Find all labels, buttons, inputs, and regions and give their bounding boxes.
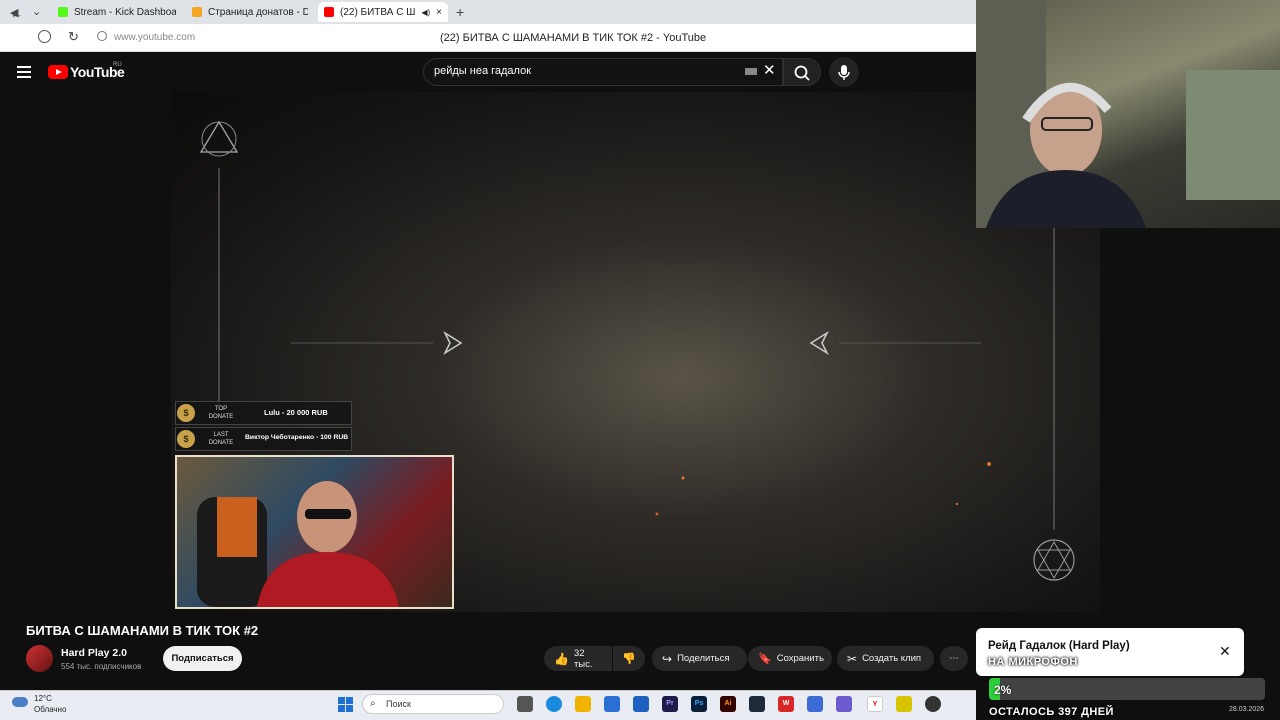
top-donate-label: TOP DONATE [208, 406, 234, 420]
windows-start-icon[interactable] [338, 697, 353, 712]
coin-icon: $ [177, 430, 195, 448]
yandex-browser-icon[interactable]: Y [867, 696, 883, 712]
mic-icon [838, 65, 850, 80]
goal-progress-bar [989, 678, 1265, 700]
thumbs-up-icon: 👍 [554, 651, 569, 666]
store-icon[interactable] [604, 696, 620, 712]
raid-alert-card [976, 628, 1244, 676]
tab-youtube[interactable]: (22) БИТВА С ШАМА ◀) × [318, 2, 448, 22]
security-icon[interactable] [38, 30, 51, 43]
region-code: RU [113, 62, 122, 68]
clear-search-icon[interactable]: ✕ [763, 61, 776, 79]
weather-condition[interactable]: Облачно [34, 705, 66, 714]
thumbs-down-icon: 👎 [622, 653, 636, 665]
back-icon[interactable]: ← [10, 6, 23, 21]
search-button[interactable] [783, 58, 821, 86]
clip-label: Создать клип [862, 653, 922, 664]
app-icon[interactable] [896, 696, 912, 712]
outlook-icon[interactable] [633, 696, 649, 712]
app-icon[interactable] [807, 696, 823, 712]
streamer-webcam [175, 455, 454, 609]
voice-search-button[interactable] [829, 57, 859, 87]
weather-temperature[interactable]: 12°C [34, 694, 52, 703]
dislike-button[interactable]: 👎 [613, 646, 645, 671]
more-actions-button[interactable]: ⋯ [940, 646, 968, 671]
top-donate-value: Lulu - 20 000 RUB [264, 408, 328, 417]
channel-avatar[interactable] [26, 645, 53, 672]
bookmark-icon: 🔖 [758, 653, 772, 665]
photoshop-icon[interactable]: Ps [691, 696, 707, 712]
kick-icon [58, 7, 68, 17]
donation-icon [192, 7, 202, 17]
davinci-icon[interactable] [749, 696, 765, 712]
days-left-text: ОСТАЛОСЬ 397 ДНЕЙ [989, 706, 1114, 718]
tab-donations[interactable]: Страница донатов - Dona [186, 2, 314, 22]
wps-icon[interactable]: W [778, 696, 794, 712]
keyboard-icon[interactable] [745, 68, 757, 75]
cloud-icon[interactable] [12, 697, 28, 707]
share-label: Поделиться [677, 653, 730, 664]
scissors-icon: ✂ [847, 651, 858, 666]
edge-icon[interactable] [546, 696, 562, 712]
tab-label: Страница донатов - Dona [208, 6, 308, 18]
tab-kick-dashboard[interactable]: Stream - Kick Dashboard [52, 2, 182, 22]
like-button[interactable]: 👍 32 тыс. [544, 646, 612, 671]
youtube-logo-icon[interactable] [48, 65, 68, 79]
taskbar-search[interactable] [362, 694, 504, 714]
tab-close-icon[interactable]: × [436, 7, 442, 18]
facecam [976, 0, 1280, 228]
right-margin [1100, 228, 1280, 612]
video-title: БИТВА С ШАМАНАМИ В ТИК ТОК #2 [26, 623, 259, 638]
save-button[interactable]: 🔖 Сохранить [748, 646, 832, 671]
close-icon[interactable]: ✕ [1219, 643, 1231, 660]
reload-icon[interactable]: ↻ [68, 29, 79, 45]
clip-button[interactable]: ✂ Создать клип [837, 646, 934, 671]
folder-icon[interactable] [575, 696, 591, 712]
alert-title: Рейд Гадалок (Hard Play) [988, 640, 1130, 652]
tab-list-icon[interactable]: ⌄ [32, 5, 41, 18]
last-donate-value: Виктор Чеботаренко - 100 RUB [245, 434, 349, 441]
teams-icon[interactable] [836, 696, 852, 712]
webcam-person-graphic [197, 481, 399, 607]
illustrator-icon[interactable]: Ai [720, 696, 736, 712]
like-count: 32 тыс. [573, 647, 593, 670]
goal-progress-label: 2% [994, 683, 1012, 697]
menu-icon[interactable] [17, 66, 31, 81]
left-margin [0, 92, 171, 612]
subscriber-count: 554 тыс. подписчиков [61, 662, 142, 671]
url-field[interactable]: www.youtube.com [114, 32, 195, 43]
facecam-person-graphic [976, 0, 1280, 228]
taskbar-search-label: Поиск [386, 699, 411, 709]
obs-icon[interactable] [925, 696, 941, 712]
subscribe-button[interactable]: Подписаться [163, 646, 242, 671]
tab-label: Stream - Kick Dashboard [74, 6, 176, 18]
site-info-icon[interactable] [97, 31, 107, 41]
task-view-icon[interactable] [517, 696, 533, 712]
channel-name[interactable]: Hard Play 2.0 [61, 647, 127, 659]
search-icon [794, 65, 810, 81]
speaker-icon: ◀) [421, 7, 431, 17]
save-label: Сохранить [776, 653, 824, 664]
coin-icon: $ [177, 404, 195, 422]
alert-subtitle: НА МИКРОФОН [988, 656, 1078, 668]
new-tab-button[interactable]: + [456, 4, 464, 20]
more-icon: ⋯ [949, 653, 959, 664]
search-value: рейды неа гадалок [434, 65, 532, 77]
last-donate-label: LAST DONATE [208, 432, 234, 446]
youtube-icon [324, 7, 334, 17]
tab-label: (22) БИТВА С ШАМА [340, 6, 416, 18]
premiere-icon[interactable]: Pr [662, 696, 678, 712]
taskbar-date: 28.03.2026 [1229, 706, 1265, 713]
share-button[interactable]: ↪ Поделиться [652, 646, 747, 671]
page-title: (22) БИТВА С ШАМАНАМИ В ТИК ТОК #2 - You… [440, 32, 707, 44]
search-icon: ⌕ [370, 698, 376, 709]
share-icon: ↪ [662, 651, 673, 666]
